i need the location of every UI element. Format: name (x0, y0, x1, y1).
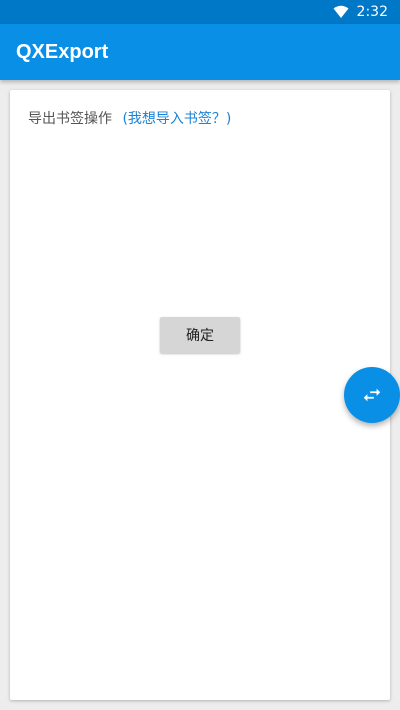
swap-arrows-icon (363, 388, 381, 402)
app-title: QXExport (16, 40, 109, 63)
export-heading-text: 导出书签操作 (28, 111, 112, 127)
confirm-button[interactable]: 确定 (160, 317, 240, 353)
export-card: 导出书签操作 (我想导入书签？) 确定 (10, 90, 390, 700)
wifi-icon (333, 5, 349, 18)
swap-mode-fab[interactable] (344, 367, 400, 423)
status-bar: 2:32 (0, 0, 400, 24)
app-bar: QXExport (0, 24, 400, 80)
import-bookmarks-link[interactable]: (我想导入书签？) (122, 111, 231, 127)
status-time: 2:32 (356, 4, 388, 20)
card-heading: 导出书签操作 (我想导入书签？) (28, 108, 231, 128)
